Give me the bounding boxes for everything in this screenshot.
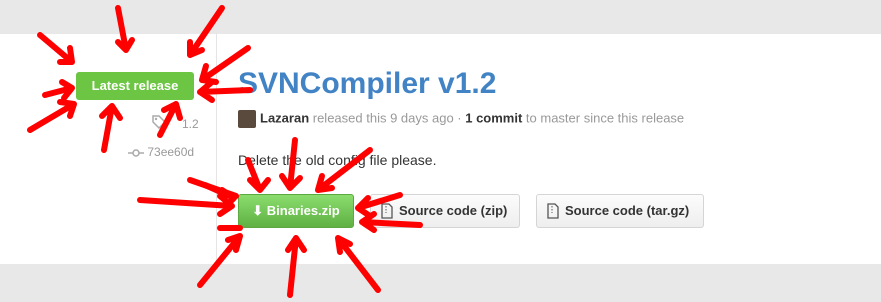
red-annotation-arrows (27, 5, 423, 298)
